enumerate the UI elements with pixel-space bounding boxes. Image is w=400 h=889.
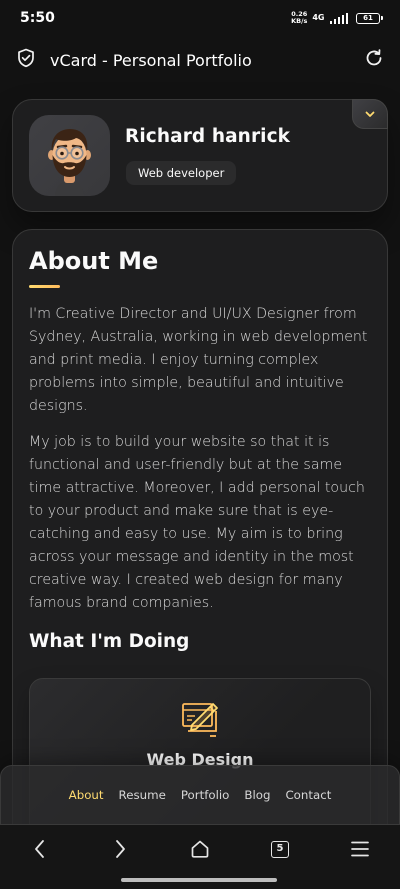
system-navigation-bar: 5 — [0, 825, 400, 889]
network-type: 4G — [312, 13, 325, 22]
back-arrow-icon — [35, 840, 44, 858]
profile-name: Richard hanrick — [125, 126, 291, 147]
forward-arrow-icon — [116, 840, 125, 858]
forward-button[interactable] — [100, 837, 140, 861]
services-title: What I'm Doing — [29, 631, 190, 652]
nav-link-blog[interactable]: Blog — [237, 788, 278, 802]
back-button[interactable] — [20, 837, 60, 861]
signal-icon — [329, 12, 348, 24]
about-article: About Me I'm Creative Director and UI/UX… — [12, 229, 388, 849]
chevron-down-icon — [365, 111, 375, 117]
status-indicators: 0.26 KB/s 4G 61 — [291, 11, 383, 25]
battery-icon: 61 — [356, 12, 383, 24]
status-bar: 5:50 0.26 KB/s 4G 61 — [0, 0, 400, 36]
network-speed: 0.26 KB/s — [291, 11, 307, 25]
tab-count: 5 — [271, 840, 289, 858]
bottom-navbar: About Resume Portfolio Blog Contact — [0, 765, 400, 825]
nav-link-contact[interactable]: Contact — [278, 788, 339, 802]
about-paragraph-1: I'm Creative Director and UI/UX Designer… — [29, 306, 368, 414]
home-indicator[interactable] — [121, 878, 277, 882]
shield-check-icon[interactable] — [16, 48, 36, 72]
home-icon — [191, 840, 209, 858]
show-contacts-button[interactable] — [352, 99, 388, 129]
nav-link-resume[interactable]: Resume — [111, 788, 173, 802]
status-time: 5:50 — [20, 10, 55, 26]
nav-link-portfolio[interactable]: Portfolio — [173, 788, 237, 802]
avatar — [29, 115, 110, 196]
page-title: vCard - Personal Portfolio — [50, 50, 252, 70]
avatar-memoji — [48, 129, 91, 196]
about-paragraph-2: My job is to build your website so that … — [29, 434, 365, 611]
design-icon — [180, 699, 222, 745]
tabs-button[interactable]: 5 — [260, 837, 300, 861]
profile-card: Richard hanrick Web developer — [12, 99, 388, 212]
reload-icon[interactable] — [364, 48, 384, 72]
menu-button[interactable] — [340, 837, 380, 861]
browser-toolbar: vCard - Personal Portfolio — [0, 36, 400, 84]
home-button[interactable] — [180, 837, 220, 861]
menu-icon — [351, 841, 369, 857]
title-underline — [29, 285, 60, 288]
role-badge: Web developer — [126, 161, 237, 185]
battery-level: 61 — [363, 13, 373, 22]
about-title: About Me — [29, 247, 159, 275]
nav-link-about[interactable]: About — [61, 788, 111, 802]
network-speed-unit: KB/s — [291, 17, 308, 25]
